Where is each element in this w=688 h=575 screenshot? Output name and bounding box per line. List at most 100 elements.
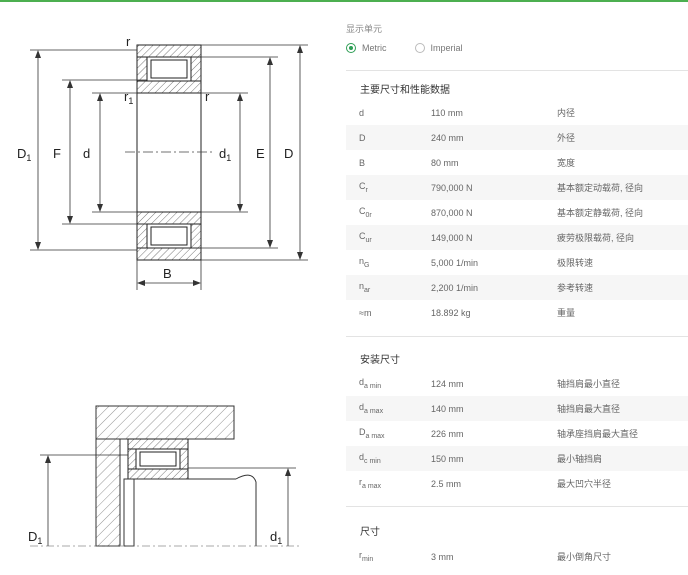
bearing-cross-section	[125, 44, 215, 261]
symbol-subscript: a max	[362, 482, 382, 490]
row-value: 240 mm	[431, 132, 464, 143]
row-symbol: B	[346, 158, 431, 168]
row-symbol: D	[346, 133, 431, 143]
label-r-right: r	[205, 89, 210, 104]
symbol-subscript: G	[364, 261, 370, 269]
table-row: Da max 226 mm 轴承座挡肩最大直径	[346, 421, 688, 446]
row-symbol: da min	[346, 377, 431, 390]
row-symbol: Cur	[346, 231, 431, 244]
symbol-text: D	[359, 132, 366, 143]
symbol-text: B	[359, 157, 366, 168]
divider	[346, 336, 688, 337]
table-row: D 240 mm 外径	[346, 125, 688, 150]
table-row: Cr 790,000 N 基本额定动载荷, 径向	[346, 175, 688, 200]
row-description: 极限转速	[557, 258, 594, 268]
row-description: 最小轴挡肩	[557, 454, 603, 464]
label-d: d	[83, 146, 90, 161]
table-row: ra max 2.5 mm 最大凹穴半径	[346, 471, 688, 496]
row-value: 5,000 1/min	[431, 257, 479, 268]
label-D: D	[284, 146, 293, 161]
label-B: B	[163, 266, 172, 281]
mounting-table: da min 124 mm 轴挡肩最小直径 da max 140 mm 轴挡肩最大直径 Da…	[346, 371, 688, 496]
main-dims-title: 主要尺寸和性能数据	[360, 85, 450, 96]
divider	[346, 506, 688, 507]
imperial-radio[interactable]	[414, 43, 425, 53]
row-symbol: d	[346, 108, 431, 118]
row-description: 基本额定静载荷, 径向	[557, 208, 644, 218]
row-value: 3 mm	[431, 551, 454, 562]
symbol-text: ≈m	[359, 307, 372, 318]
symbol-subscript: ur	[365, 236, 372, 244]
row-value: 140 mm	[431, 403, 464, 414]
divider	[346, 70, 688, 71]
label-E: E	[256, 146, 265, 161]
row-value: 18.892 kg	[431, 307, 471, 318]
table-row: nG 5,000 1/min 极限转速	[346, 250, 688, 275]
main-dims-table: d 110 mm 内径 D 240 mm 外径 B 80 mm 宽度 Cr 790,000 N 基本额…	[346, 100, 688, 325]
mounting-title: 安装尺寸	[360, 355, 400, 366]
label-D1-mount: D1	[28, 529, 42, 546]
row-value: 124 mm	[431, 378, 464, 389]
row-description: 最小倒角尺寸	[557, 552, 612, 562]
row-description: 轴挡肩最小直径	[557, 379, 621, 389]
row-description: 轴承座挡肩最大直径	[557, 429, 639, 439]
table-row: dc min 150 mm 最小轴挡肩	[346, 446, 688, 471]
table-row: da min 124 mm 轴挡肩最小直径	[346, 371, 688, 396]
row-value: 2,200 1/min	[431, 282, 479, 293]
units-label: 显示单元	[346, 24, 383, 34]
dims-title: 尺寸	[360, 527, 380, 538]
row-description: 基本额定动载荷, 径向	[557, 183, 644, 193]
label-r1: r1	[124, 89, 133, 106]
row-value: 226 mm	[431, 428, 464, 439]
symbol-subscript: 0r	[365, 211, 372, 219]
row-description: 最大凹穴半径	[557, 479, 612, 489]
row-symbol: dc min	[346, 452, 431, 465]
table-row: ≈m 18.892 kg 重量	[346, 300, 688, 325]
row-symbol: nG	[346, 256, 431, 269]
table-row: nar 2,200 1/min 参考转速	[346, 275, 688, 300]
row-value: 150 mm	[431, 453, 464, 464]
label-D1: D1	[17, 146, 31, 163]
row-description: 重量	[557, 308, 576, 318]
table-row: Cur 149,000 N 疲劳极限载荷, 径向	[346, 225, 688, 250]
table-row: C0r 870,000 N 基本额定静载荷, 径向	[346, 200, 688, 225]
symbol-subscript: r	[365, 186, 368, 194]
row-description: 外径	[557, 133, 576, 143]
symbol-subscript: c min	[364, 457, 381, 465]
row-value: 80 mm	[431, 157, 459, 168]
dims-table: rmin 3 mm 最小倒角尺寸	[346, 544, 688, 569]
symbol-subscript: a max	[364, 407, 384, 415]
symbol-text: d	[359, 107, 365, 118]
row-value: 870,000 N	[431, 207, 473, 218]
row-symbol: Da max	[346, 427, 431, 440]
row-symbol: rmin	[346, 550, 431, 563]
row-symbol: ra max	[346, 477, 431, 490]
label-F: F	[53, 146, 61, 161]
row-description: 参考转速	[557, 283, 594, 293]
row-description: 疲劳极限载荷, 径向	[557, 233, 635, 243]
metric-label[interactable]: Metric	[362, 43, 387, 53]
symbol-subscript: a max	[365, 432, 385, 440]
row-symbol: C0r	[346, 206, 431, 219]
mounting-drawing: D1 d1	[28, 405, 300, 547]
label-d1-mount: d1	[270, 529, 282, 546]
row-value: 2.5 mm	[431, 478, 462, 489]
row-value: 149,000 N	[431, 232, 473, 243]
table-row: B 80 mm 宽度	[346, 150, 688, 175]
row-value: 790,000 N	[431, 182, 473, 193]
label-r-top: r	[126, 34, 131, 49]
row-description: 内径	[557, 108, 576, 118]
row-symbol: ≈m	[346, 308, 431, 318]
table-row: rmin 3 mm 最小倒角尺寸	[346, 544, 688, 569]
table-row: d 110 mm 内径	[346, 100, 688, 125]
row-symbol: Cr	[346, 181, 431, 194]
imperial-label[interactable]: Imperial	[431, 43, 463, 53]
bearing-drawing: r r1 r D1 F d d1 E D B D1 d1	[17, 34, 308, 547]
row-symbol: da max	[346, 402, 431, 415]
metric-radio[interactable]	[346, 43, 356, 53]
symbol-subscript: min	[362, 555, 374, 563]
units-selector: Metric Imperial	[346, 40, 491, 56]
row-value: 110 mm	[431, 107, 463, 118]
row-description: 轴挡肩最大直径	[557, 404, 621, 414]
label-d1: d1	[219, 146, 231, 163]
